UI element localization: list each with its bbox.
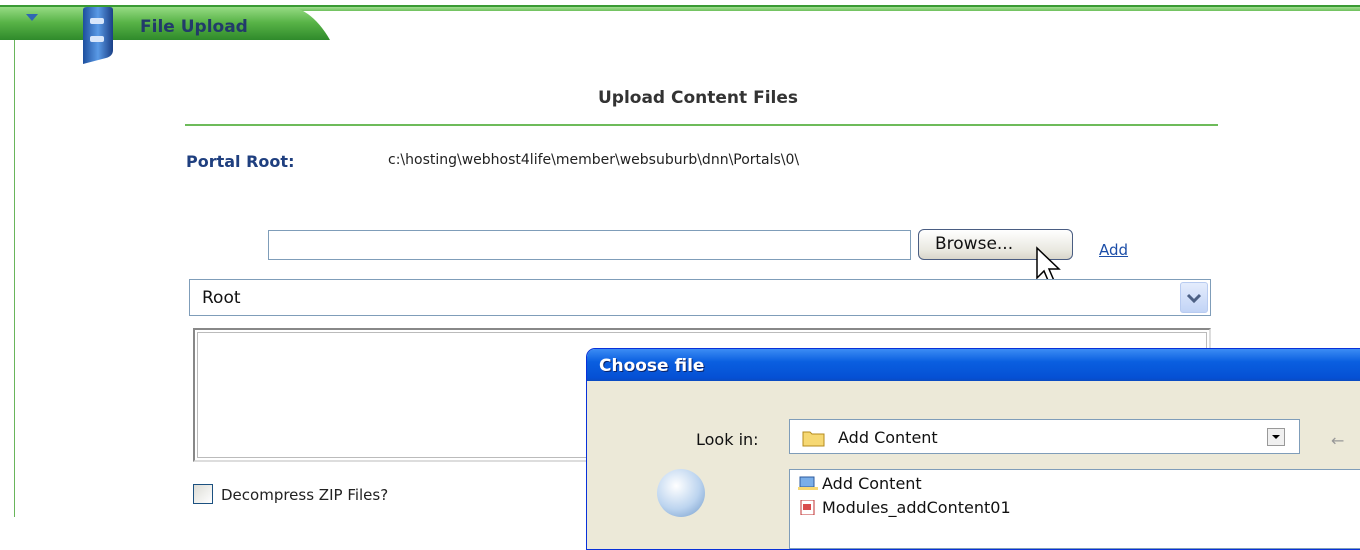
computer-folder-icon [798,476,818,490]
back-arrow-icon[interactable]: ← [1331,431,1344,450]
list-item-label: Add Content [822,474,922,493]
section-title: Upload Content Files [597,88,798,108]
file-path-input[interactable] [268,230,911,260]
file-cabinet-icon [83,7,113,64]
list-item-label: Modules_addContent01 [822,498,1011,517]
collapse-toggle-icon[interactable] [26,14,38,21]
dropdown-arrow-icon[interactable] [1267,428,1285,446]
look-in-value: Add Content [838,428,938,447]
list-item[interactable]: Modules_addContent01 [798,498,1011,517]
file-list-pane[interactable]: Add Content Modules_addContent01 [789,469,1360,549]
recent-documents-icon[interactable] [657,469,705,517]
look-in-combo[interactable]: Add Content [789,419,1300,454]
look-in-label: Look in: [696,430,759,449]
decompress-zip-checkbox[interactable] [193,484,213,504]
folder-icon [802,431,825,447]
portal-root-path: c:\hosting\webhost4life\member\websuburb… [388,152,800,168]
chevron-down-icon[interactable] [1180,282,1208,313]
section-divider [185,124,1218,126]
choose-file-dialog: Choose file Look in: Add Content ← Add C… [586,348,1360,550]
panel-left-border [14,40,15,517]
folder-dropdown-value: Root [202,288,241,308]
module-title: File Upload [140,17,248,37]
dialog-titlebar[interactable]: Choose file [587,349,1360,381]
add-link[interactable]: Add [1099,241,1128,259]
folder-dropdown[interactable]: Root [189,279,1211,316]
portal-root-label: Portal Root: [186,152,295,171]
list-item[interactable]: Add Content [798,474,922,493]
decompress-zip-label: Decompress ZIP Files? [221,486,389,504]
dialog-title: Choose file [599,356,705,376]
document-icon [800,500,815,515]
